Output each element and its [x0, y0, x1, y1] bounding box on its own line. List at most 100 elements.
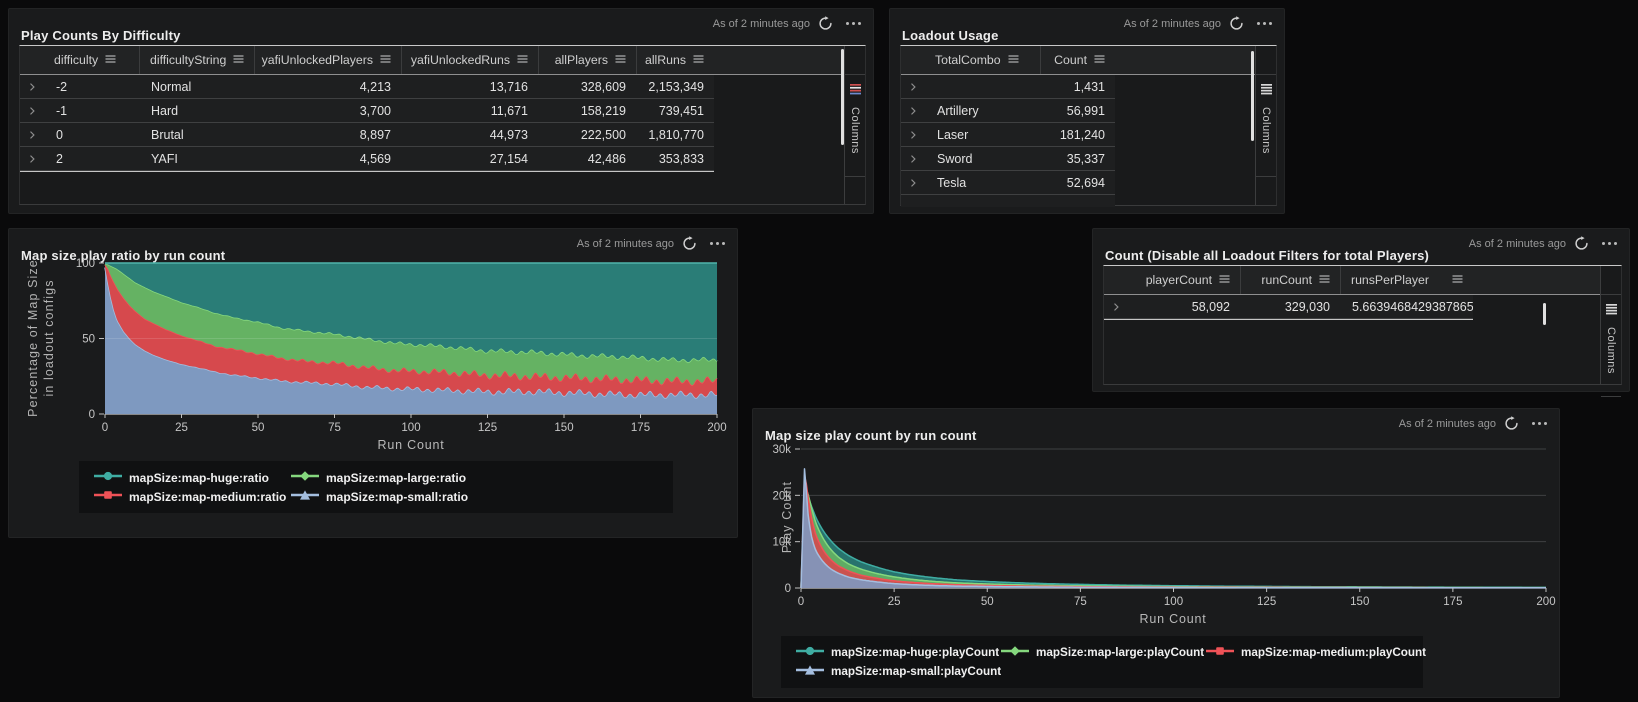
columns-tab-label: Columns: [849, 107, 861, 154]
column-header-label: Count: [1054, 53, 1087, 67]
columns-sidebar-tab[interactable]: Columns: [1255, 46, 1276, 205]
column-menu-icon[interactable]: [105, 53, 116, 67]
svg-text:75: 75: [328, 422, 341, 434]
row-expand-chevron-icon[interactable]: [901, 129, 925, 141]
table-cell: 0: [44, 128, 139, 142]
column-settings-icon[interactable]: [850, 82, 861, 100]
table-cell: 1,431: [1040, 80, 1115, 94]
column-header-difficulty[interactable]: difficulty: [44, 46, 139, 74]
table-cell: Hard: [139, 104, 254, 118]
column-header-label: runCount: [1261, 273, 1312, 287]
column-menu-icon[interactable]: [1219, 273, 1230, 287]
legend-diamond-marker-icon: [290, 469, 320, 487]
column-menu-icon[interactable]: [1094, 53, 1105, 67]
svg-text:150: 150: [1350, 596, 1369, 608]
table-row[interactable]: Sword35,337: [901, 147, 1115, 171]
column-menu-icon[interactable]: [380, 53, 391, 67]
row-expand-chevron-icon[interactable]: [901, 81, 925, 93]
column-menu-icon[interactable]: [517, 53, 528, 67]
table-cell: 2,153,349: [636, 80, 714, 94]
table-scrollbar[interactable]: [1251, 51, 1254, 141]
column-header-yafiUnlockedRuns[interactable]: yafiUnlockedRuns: [401, 46, 538, 74]
panel-menu-icon[interactable]: [1597, 240, 1619, 247]
legend-item-map-medium[interactable]: mapSize:map-medium:ratio: [93, 487, 290, 506]
panel-menu-icon[interactable]: [841, 20, 863, 27]
column-header-TotalCombo[interactable]: TotalCombo: [925, 46, 1040, 74]
svg-text:0: 0: [89, 409, 95, 421]
table-row[interactable]: 2YAFI4,56927,15442,486353,833: [20, 147, 714, 171]
row-expand-chevron-icon[interactable]: [20, 153, 44, 165]
table-cell: 158,219: [538, 104, 636, 118]
table-row[interactable]: Tesla52,694: [901, 171, 1115, 195]
row-expand-chevron-icon[interactable]: [1104, 301, 1128, 313]
column-header-difficultyString[interactable]: difficultyString: [139, 46, 254, 74]
table-row[interactable]: 58,092329,0305.6639468429387865: [1104, 295, 1473, 319]
column-menu-icon[interactable]: [1008, 53, 1019, 67]
table-cell: Brutal: [139, 128, 254, 142]
refresh-icon[interactable]: [1229, 16, 1244, 31]
column-menu-icon[interactable]: [615, 53, 626, 67]
table-cell: 328,609: [538, 80, 636, 94]
legend-item-map-medium[interactable]: mapSize:map-medium:playCount: [1205, 643, 1410, 662]
table-row[interactable]: Laser181,240: [901, 123, 1115, 147]
legend-item-map-huge[interactable]: mapSize:map-huge:ratio: [93, 468, 290, 487]
legend-label: mapSize:map-small:playCount: [831, 665, 1001, 678]
panel-count: Count (Disable all Loadout Filters for t…: [1092, 228, 1630, 392]
table-header-row: TotalCombo Count: [901, 46, 1256, 75]
table-cell: 52,694: [1040, 176, 1115, 190]
legend-label: mapSize:map-huge:ratio: [129, 471, 269, 485]
legend-item-map-small[interactable]: mapSize:map-small:ratio: [290, 487, 487, 506]
table-cell: 5.6639468429387865: [1340, 300, 1473, 314]
legend-item-map-large[interactable]: mapSize:map-large:ratio: [290, 468, 487, 487]
legend-label: mapSize:map-huge:playCount: [831, 646, 999, 659]
column-menu-icon[interactable]: [693, 53, 704, 67]
legend-item-map-huge[interactable]: mapSize:map-huge:playCount: [795, 643, 1000, 662]
table-row[interactable]: -2Normal4,21313,716328,6092,153,349: [20, 75, 714, 99]
column-menu-icon[interactable]: [1452, 273, 1463, 287]
table-cell: 3,700: [254, 104, 401, 118]
refresh-icon[interactable]: [818, 16, 833, 31]
column-header-playerCount[interactable]: playerCount: [1128, 266, 1240, 294]
table-row[interactable]: Artillery56,991: [901, 99, 1115, 123]
count-table: playerCount runCount runsPerPlayer58,09232…: [1103, 265, 1622, 385]
table-cell: -2: [44, 80, 139, 94]
table-row[interactable]: 1,431: [901, 75, 1115, 99]
row-expand-chevron-icon[interactable]: [20, 129, 44, 141]
column-header-yafiUnlockedPlayers[interactable]: yafiUnlockedPlayers: [254, 46, 401, 74]
table-header-row: playerCount runCount runsPerPlayer: [1104, 266, 1601, 295]
column-header-allPlayers[interactable]: allPlayers: [538, 46, 636, 74]
svg-text:100: 100: [1164, 596, 1183, 608]
columns-sidebar-tab[interactable]: Columns: [844, 46, 865, 204]
table-scrollbar[interactable]: [841, 49, 844, 145]
row-expand-chevron-icon[interactable]: [901, 177, 925, 189]
column-header-label: difficulty: [54, 53, 98, 67]
columns-sidebar-tab[interactable]: Columns: [1600, 266, 1621, 384]
table-end-line: [20, 171, 714, 172]
panel-loadout-usage: Loadout Usage As of 2 minutes ago TotalC…: [889, 8, 1285, 214]
table-row[interactable]: -1Hard3,70011,671158,219739,451: [20, 99, 714, 123]
table-cell: 35,337: [1040, 152, 1115, 166]
y-axis-label: Play Count: [779, 451, 795, 583]
column-header-Count[interactable]: Count: [1040, 46, 1115, 74]
refresh-icon[interactable]: [1574, 236, 1589, 251]
column-menu-icon[interactable]: [233, 53, 244, 67]
row-expand-chevron-icon[interactable]: [901, 153, 925, 165]
column-menu-icon[interactable]: [1319, 273, 1330, 287]
row-expand-chevron-icon[interactable]: [20, 81, 44, 93]
column-header-runCount[interactable]: runCount: [1240, 266, 1340, 294]
panel-playcount-chart: Map size play count by run count As of 2…: [752, 408, 1560, 698]
table-scrollbar[interactable]: [1543, 303, 1546, 325]
legend-item-map-large[interactable]: mapSize:map-large:playCount: [1000, 643, 1205, 662]
legend-item-map-small[interactable]: mapSize:map-small:playCount: [795, 662, 1000, 681]
panel-menu-icon[interactable]: [1252, 20, 1274, 27]
table-cell: Sword: [925, 152, 1040, 166]
column-header-runsPerPlayer[interactable]: runsPerPlayer: [1340, 266, 1473, 294]
column-settings-icon[interactable]: [1261, 82, 1272, 100]
column-header-label: TotalCombo: [935, 53, 1001, 67]
column-settings-icon[interactable]: [1606, 302, 1617, 320]
table-row[interactable]: 0Brutal8,89744,973222,5001,810,770: [20, 123, 714, 147]
row-expand-chevron-icon[interactable]: [20, 105, 44, 117]
table-cell: 44,973: [401, 128, 538, 142]
column-header-allRuns[interactable]: allRuns: [636, 46, 714, 74]
row-expand-chevron-icon[interactable]: [901, 105, 925, 117]
